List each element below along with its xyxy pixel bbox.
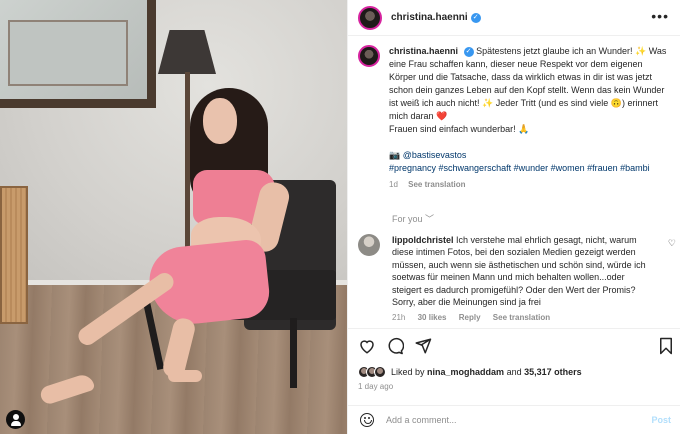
comment-avatar[interactable]	[358, 234, 380, 256]
photo-cabinet	[0, 186, 28, 324]
comment-text: Ich verstehe mal ehrlich gesagt, nicht, …	[392, 235, 646, 308]
caption-username[interactable]: christina.haenni	[389, 46, 458, 56]
post-photo[interactable]	[0, 0, 347, 434]
add-comment-bar: Post	[348, 405, 680, 434]
caption-text-2: Frauen sind einfach wunderbar! 🙏	[389, 124, 530, 134]
for-you-dropdown[interactable]: For you ﹀	[392, 212, 434, 225]
bookmark-icon[interactable]	[657, 337, 675, 355]
like-heart-icon[interactable]	[358, 337, 376, 355]
caption: christina.haenni ✓ Spätestens jetzt glau…	[358, 45, 676, 191]
hashtags[interactable]: #pregnancy #schwangerschaft #wunder #wom…	[389, 163, 650, 173]
avatar	[374, 366, 386, 378]
more-horizontal-icon[interactable]: •••	[651, 9, 669, 23]
post-button[interactable]: Post	[651, 415, 671, 425]
share-icon[interactable]	[414, 337, 432, 355]
caption-avatar[interactable]	[358, 45, 380, 67]
emoji-icon[interactable]	[360, 413, 374, 427]
comment-likes[interactable]: 30 likes	[418, 313, 447, 322]
comment-input[interactable]	[386, 415, 626, 425]
tagged-users-icon[interactable]	[6, 410, 25, 429]
verified-badge-icon: ✓	[470, 12, 481, 23]
photo-credit-link[interactable]: 📷 @bastisevastos	[389, 150, 466, 160]
avatar[interactable]	[358, 5, 382, 30]
caption-text: Spätestens jetzt glaube ich an Wunder! ✨…	[389, 46, 667, 121]
photo-mirror	[0, 0, 156, 108]
comment: lippoldchristel Ich verstehe mal ehrlich…	[358, 234, 676, 325]
caption-time: 1d	[389, 180, 398, 189]
likes-count-link[interactable]: 35,317 others	[524, 367, 582, 377]
post-date: 1 day ago	[358, 382, 394, 391]
comment-see-translation-button[interactable]: See translation	[493, 313, 550, 322]
post-header: christina.haenni ✓ •••	[348, 0, 680, 36]
liked-by: Liked by nina_moghaddam and 35,317 other…	[358, 366, 582, 378]
see-translation-button[interactable]: See translation	[408, 180, 465, 189]
liked-by-user-link[interactable]: nina_moghaddam	[427, 367, 504, 377]
post-username[interactable]: christina.haenni	[391, 12, 468, 23]
comment-time: 21h	[392, 313, 406, 323]
comment-heart-icon[interactable]: ♡	[668, 238, 676, 249]
comment-username[interactable]: lippoldchristel	[392, 235, 454, 245]
reply-button[interactable]: Reply	[459, 313, 481, 322]
verified-badge-icon: ✓	[463, 46, 474, 57]
comment-icon[interactable]	[386, 337, 404, 355]
post-side-panel: christina.haenni ✓ ••• christina.haenni …	[347, 0, 680, 434]
